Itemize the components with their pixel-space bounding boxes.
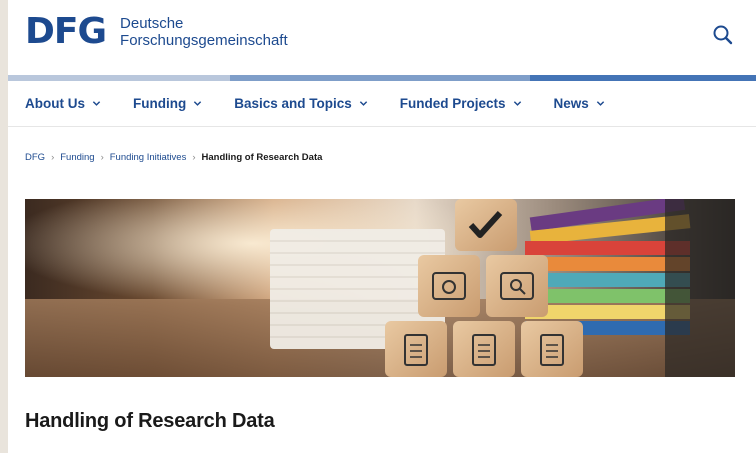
nav-item-label: Funding: [133, 96, 187, 111]
chevron-down-icon: [359, 101, 367, 106]
logo-mark: DFG: [25, 11, 107, 52]
breadcrumb-current: Handling of Research Data: [201, 152, 323, 163]
logo-wordmark: Deutsche Forschungsgemeinschaft: [120, 15, 288, 49]
chevron-down-icon: [194, 101, 202, 106]
nav-item-funded-projects[interactable]: Funded Projects: [400, 96, 522, 111]
search-icon[interactable]: [712, 24, 734, 46]
page-title: Handling of Research Data: [25, 410, 275, 432]
breadcrumb-separator-icon: ›: [100, 152, 104, 163]
chevron-down-icon: [92, 101, 101, 106]
dfg-logo[interactable]: DFG Deutsche Forschungsgemeinschaft: [25, 14, 288, 50]
chevron-down-icon: [513, 101, 521, 106]
nav-item-label: Basics and Topics: [234, 96, 352, 111]
breadcrumb: DFG › Funding › Funding Initiatives › Ha…: [25, 152, 322, 163]
nav-item-label: About Us: [25, 96, 85, 111]
breadcrumb-link-funding[interactable]: Funding: [60, 152, 94, 163]
breadcrumb-link-funding-initiatives[interactable]: Funding Initiatives: [110, 152, 187, 163]
nav-item-label: News: [553, 96, 589, 111]
logo-line-2: Forschungsgemeinschaft: [120, 32, 288, 49]
hero-image: [25, 199, 735, 377]
nav-item-basics-and-topics[interactable]: Basics and Topics: [234, 96, 368, 111]
chevron-down-icon: [596, 101, 604, 106]
site-header: DFG Deutsche Forschungsgemeinschaft: [8, 0, 756, 76]
breadcrumb-separator-icon: ›: [192, 152, 196, 163]
logo-line-1: Deutsche: [120, 15, 184, 32]
nav-item-news[interactable]: News: [554, 96, 605, 111]
nav-item-label: Funded Projects: [399, 96, 506, 111]
breadcrumb-link-dfg[interactable]: DFG: [25, 152, 45, 163]
nav-item-funding[interactable]: Funding: [133, 96, 202, 111]
nav-item-about-us[interactable]: About Us: [25, 96, 101, 111]
page: DFG Deutsche Forschungsgemeinschaft Abou…: [8, 0, 756, 453]
main-navigation: About Us Funding Basics and Topics Funde…: [8, 81, 756, 127]
breadcrumb-separator-icon: ›: [51, 152, 55, 163]
